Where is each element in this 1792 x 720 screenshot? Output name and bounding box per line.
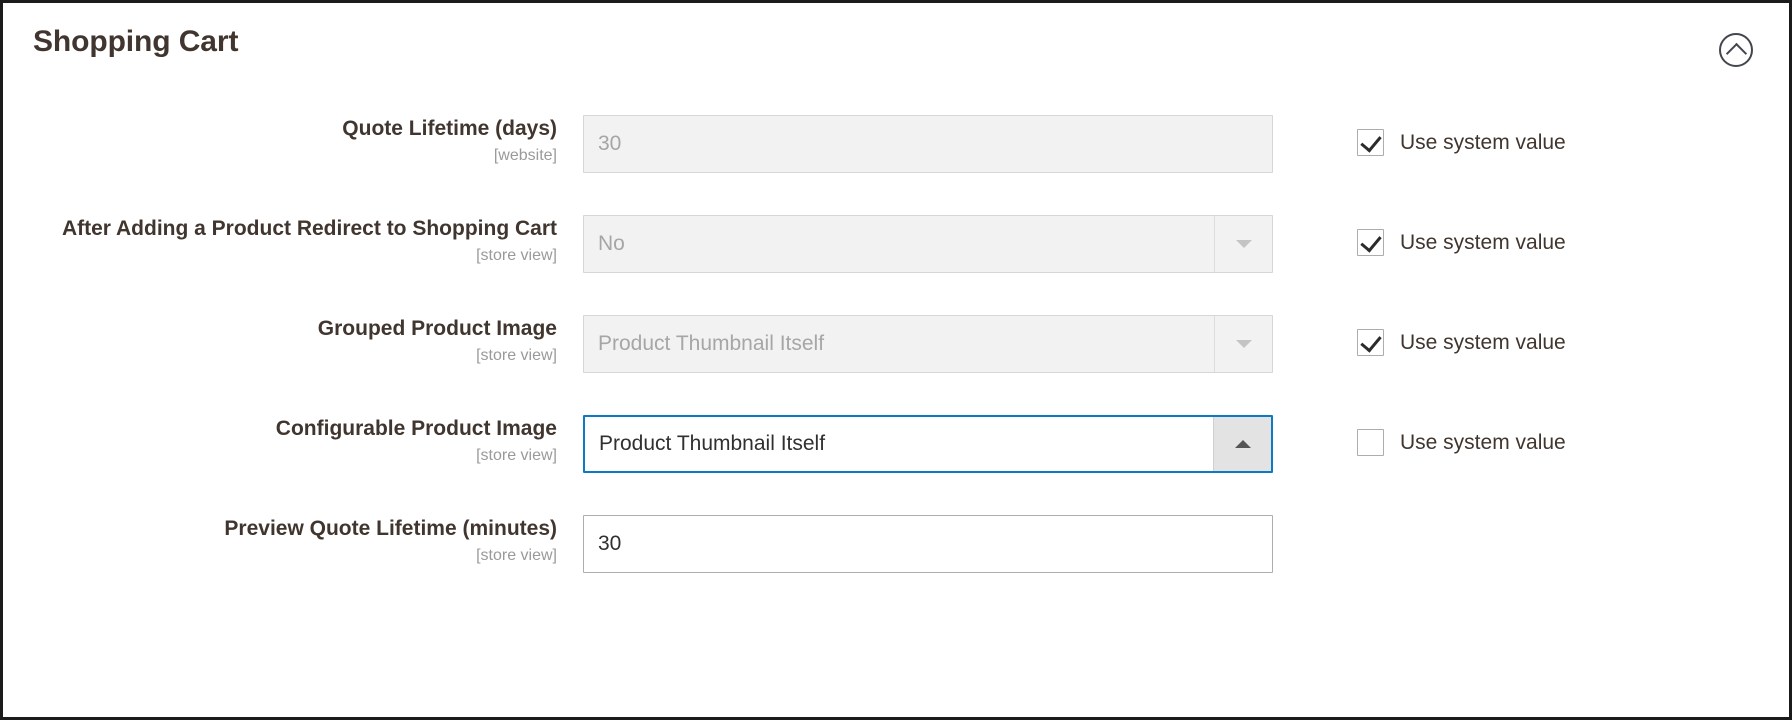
check-icon — [1360, 330, 1382, 353]
chevron-up-circle-icon[interactable] — [1719, 33, 1753, 67]
use-system-value-group: Use system value — [1357, 315, 1566, 356]
use-system-value-checkbox[interactable] — [1357, 329, 1384, 356]
use-system-value-label: Use system value — [1400, 130, 1566, 154]
arrow-glyph — [1234, 440, 1251, 448]
use-system-value-group: Use system value — [1357, 215, 1566, 256]
field-control: Product Thumbnail Itself — [583, 415, 1273, 473]
field-control: Product Thumbnail Itself — [583, 315, 1273, 373]
use-system-value-label: Use system value — [1400, 330, 1566, 354]
field-control — [583, 515, 1273, 573]
text-input[interactable] — [583, 515, 1273, 573]
check-icon — [1360, 230, 1382, 253]
field-row: Quote Lifetime (days) [website] Use system… — [3, 115, 1789, 177]
select-dropdown[interactable]: Product Thumbnail Itself — [583, 415, 1273, 473]
chevron-down-icon — [1214, 216, 1272, 272]
field-control — [583, 115, 1273, 173]
arrow-glyph — [1235, 240, 1252, 248]
field-scope-label: [store view] — [476, 346, 557, 364]
config-form: Quote Lifetime (days) [website] Use system… — [3, 91, 1789, 577]
check-icon — [1360, 130, 1382, 153]
field-row: Configurable Product Image [store view] Pr… — [3, 415, 1789, 477]
field-label-group: Configurable Product Image [store view] — [3, 415, 583, 465]
shopping-cart-config-screen: Shopping Cart Quote Lifetime (days) [webs… — [0, 0, 1792, 720]
select-dropdown: Product Thumbnail Itself — [583, 315, 1273, 373]
use-system-value-group: Use system value — [1357, 415, 1566, 456]
field-label-group: After Adding a Product Redirect to Shopp… — [3, 215, 583, 265]
field-scope-label: [store view] — [476, 546, 557, 564]
chevron-up-glyph — [1725, 42, 1748, 64]
field-label: Preview Quote Lifetime (minutes) — [224, 517, 557, 540]
field-label-group: Grouped Product Image [store view] — [3, 315, 583, 365]
field-control: No — [583, 215, 1273, 273]
field-scope-label: [website] — [493, 146, 557, 164]
use-system-value-checkbox[interactable] — [1357, 229, 1384, 256]
select-selected-value: Product Thumbnail Itself — [598, 332, 825, 355]
field-label: Configurable Product Image — [275, 417, 557, 440]
field-label: Quote Lifetime (days) — [342, 117, 557, 140]
arrow-glyph — [1235, 340, 1252, 348]
page-title: Shopping Cart — [33, 25, 239, 58]
field-label: Grouped Product Image — [317, 317, 557, 340]
select-selected-value: No — [598, 232, 625, 255]
use-system-value-group: Use system value — [1357, 115, 1566, 156]
field-row: Preview Quote Lifetime (minutes) [store v… — [3, 515, 1789, 577]
field-label-group: Preview Quote Lifetime (minutes) [store v… — [3, 515, 583, 565]
text-input — [583, 115, 1273, 173]
shopping-cart-panel: Shopping Cart Quote Lifetime (days) [webs… — [3, 3, 1789, 717]
field-scope-label: [store view] — [476, 246, 557, 264]
field-row: After Adding a Product Redirect to Shopp… — [3, 215, 1789, 277]
select-selected-value: Product Thumbnail Itself — [599, 432, 826, 455]
select-dropdown: No — [583, 215, 1273, 273]
use-system-value-checkbox[interactable] — [1357, 129, 1384, 156]
field-label: After Adding a Product Redirect to Shopp… — [61, 217, 557, 240]
use-system-value-label: Use system value — [1400, 230, 1566, 254]
use-system-value-label: Use system value — [1400, 430, 1566, 454]
chevron-down-icon — [1214, 316, 1272, 372]
field-row: Grouped Product Image [store view] Product… — [3, 315, 1789, 377]
field-scope-label: [store view] — [476, 446, 557, 464]
chevron-up-icon[interactable] — [1213, 417, 1271, 471]
use-system-value-checkbox[interactable] — [1357, 429, 1384, 456]
section-header: Shopping Cart — [3, 3, 1789, 92]
field-label-group: Quote Lifetime (days) [website] — [3, 115, 583, 165]
